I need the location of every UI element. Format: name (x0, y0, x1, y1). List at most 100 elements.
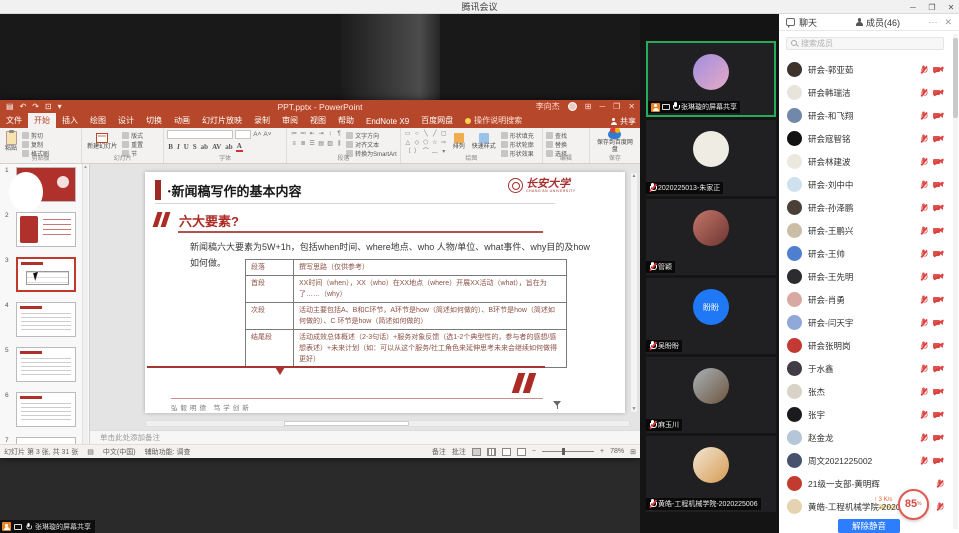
find-button[interactable]: 查找 (546, 131, 567, 140)
copy-button[interactable]: 复制 (22, 140, 49, 149)
member-row[interactable]: 研会-王鹏兴 (779, 219, 951, 242)
video-tile[interactable]: 张琳璇的屏幕共享 (646, 41, 776, 117)
char-spacing-icon[interactable]: AV (211, 143, 222, 151)
slide-thumbnail[interactable]: 2 (0, 209, 89, 254)
member-row[interactable]: 研会-王先明 (779, 265, 951, 288)
screen-share-indicator[interactable]: 张琳璇的屏幕共享 (0, 520, 95, 533)
font-size-combo[interactable] (235, 130, 251, 139)
align-text-button[interactable]: 对齐文本 (346, 140, 397, 149)
spellcheck-icon[interactable]: ▤ (87, 448, 94, 456)
ribbon-tab[interactable]: 帮助 (332, 113, 360, 128)
slide-preview[interactable] (16, 392, 76, 427)
ppt-restore-button[interactable]: ❐ (613, 102, 620, 111)
video-tile[interactable]: 黄皓-工程机械学院-2020225006 (646, 436, 776, 512)
member-row[interactable]: 研会-肖勇 (779, 288, 951, 311)
ribbon-tab[interactable]: 审阅 (276, 113, 304, 128)
slide-preview[interactable] (16, 347, 76, 382)
ribbon-display-options-icon[interactable]: ⊞ (585, 102, 592, 111)
close-button[interactable]: ✕ (946, 3, 956, 12)
minimize-button[interactable]: ─ (908, 3, 918, 12)
slide-sorter-view-icon[interactable] (487, 448, 496, 456)
video-tile[interactable]: 麻玉川 (646, 357, 776, 433)
slide-thumbnail[interactable]: 1 (0, 164, 89, 209)
ribbon-tab[interactable]: 开始 (28, 113, 56, 128)
member-list-scrollbar[interactable] (953, 34, 958, 529)
member-row[interactable]: 研会-闫天宇 (779, 311, 951, 334)
ribbon-tab[interactable]: 百度网盘 (415, 113, 459, 128)
ribbon-tab[interactable]: 设计 (112, 113, 140, 128)
align-icons[interactable]: ≡≣☰▤▥⫼ (290, 140, 343, 148)
slide-thumbnail[interactable]: 4 (0, 299, 89, 344)
reset-button[interactable]: 重置 (122, 140, 143, 149)
member-row[interactable]: 研会寇智铭 (779, 127, 951, 150)
slide-thumbnail[interactable]: 5 (0, 344, 89, 389)
slide-thumbnail[interactable]: 7 (0, 434, 89, 444)
unmute-button[interactable]: 解除静音 (838, 519, 900, 533)
qat-customize-icon[interactable]: ▾ (58, 100, 62, 113)
ribbon-tab[interactable]: 绘图 (84, 113, 112, 128)
save-to-baidu-pan-button[interactable]: 保存到百度网盘 (593, 130, 637, 154)
panel-more-button[interactable]: ··· (928, 17, 937, 27)
slide-preview[interactable] (16, 257, 76, 292)
zoom-level[interactable]: 78% (610, 448, 624, 455)
quick-access-toolbar[interactable]: ▤ ↶ ↷ ⊡ ▾ (6, 100, 62, 113)
video-tile[interactable]: 2020225013-朱家正 (646, 120, 776, 196)
ppt-close-button[interactable]: ✕ (628, 102, 635, 111)
bold-button[interactable]: B (167, 143, 174, 151)
font-color-icon[interactable]: A (236, 142, 243, 152)
language-status[interactable]: 中文(中国) (103, 447, 136, 457)
slide-thumbnail[interactable]: 3 (0, 254, 89, 299)
save-icon[interactable]: ▤ (6, 100, 14, 113)
strikethrough-button[interactable]: S (192, 143, 198, 151)
slide-preview[interactable] (16, 302, 76, 337)
shadow-button[interactable]: ab (200, 143, 209, 151)
underline-button[interactable]: U (183, 143, 190, 151)
scrollbar-thumb[interactable] (953, 38, 958, 118)
member-row[interactable]: 研会林建波 (779, 150, 951, 173)
member-row[interactable]: 张杰 (779, 380, 951, 403)
slide-thumbnail-panel[interactable]: 1 2 3 4 5 6 7 ▲ (0, 164, 90, 444)
slideshow-icon[interactable]: ⊡ (45, 100, 52, 113)
ribbon-tab[interactable]: 文件 (0, 113, 28, 128)
member-row[interactable]: 周文2021225002 (779, 449, 951, 472)
shape-fill-button[interactable]: 形状填充 (501, 131, 534, 140)
list-alignment-icons[interactable]: ≔≕⇤⇥↕¶ (290, 130, 343, 138)
quick-styles-button[interactable]: 快速样式 (470, 130, 498, 154)
font-name-combo[interactable] (167, 130, 233, 139)
italic-button[interactable]: I (176, 143, 181, 151)
zoom-knob[interactable] (562, 448, 565, 455)
new-slide-button[interactable]: 新建幻灯片 (85, 130, 119, 154)
ppt-minimize-button[interactable]: ─ (599, 102, 605, 111)
redo-icon[interactable]: ↷ (32, 100, 39, 113)
highlight-icon[interactable]: ab (224, 143, 233, 151)
member-row[interactable]: 研会-孙泽鹏 (779, 196, 951, 219)
member-row[interactable]: 研会韩瑞洁 (779, 81, 951, 104)
account-avatar[interactable] (568, 102, 577, 111)
tab-members[interactable]: 成员(46) (855, 16, 900, 29)
horizontal-scrollbar[interactable] (145, 420, 630, 427)
notes-pane[interactable]: 单击此处添加备注 (90, 430, 640, 444)
shape-gallery[interactable]: ▭○╲╱▢△◇⬠☆⇨〔〕⌒︷▾ (404, 130, 448, 154)
ribbon-tab[interactable]: 视图 (304, 113, 332, 128)
member-row[interactable]: 研会张明岗 (779, 334, 951, 357)
scrollbar-thumb[interactable] (284, 421, 409, 426)
paste-button[interactable]: 粘贴 (3, 130, 19, 154)
member-row[interactable]: 研会-和飞翔 (779, 104, 951, 127)
zoom-slider[interactable] (542, 451, 594, 452)
vertical-scrollbar[interactable]: ▲▼ (630, 172, 638, 413)
arrange-button[interactable]: 排列 (451, 130, 467, 154)
grow-font-icon[interactable]: A˄ (253, 131, 261, 138)
maximize-button[interactable]: ❐ (927, 3, 937, 12)
layout-button[interactable]: 版式 (122, 131, 143, 140)
ribbon-tab[interactable]: 切换 (140, 113, 168, 128)
slide-canvas[interactable]: ·新闻稿写作的基本内容 长安大学 CHANG'AN UNIVERSITY 六大要… (145, 172, 625, 413)
member-row[interactable]: 研会-刘中中 (779, 173, 951, 196)
ribbon-tab[interactable]: EndNote X9 (360, 115, 415, 128)
replace-button[interactable]: 替换 (546, 140, 567, 149)
ribbon-tab[interactable]: 插入 (56, 113, 84, 128)
comments-toggle[interactable]: 批注 (452, 447, 466, 457)
reading-view-icon[interactable] (502, 448, 511, 456)
notes-toggle[interactable]: 备注 (432, 447, 446, 457)
undo-icon[interactable]: ↶ (20, 100, 27, 113)
fit-to-window-icon[interactable]: ⊞ (630, 448, 636, 456)
